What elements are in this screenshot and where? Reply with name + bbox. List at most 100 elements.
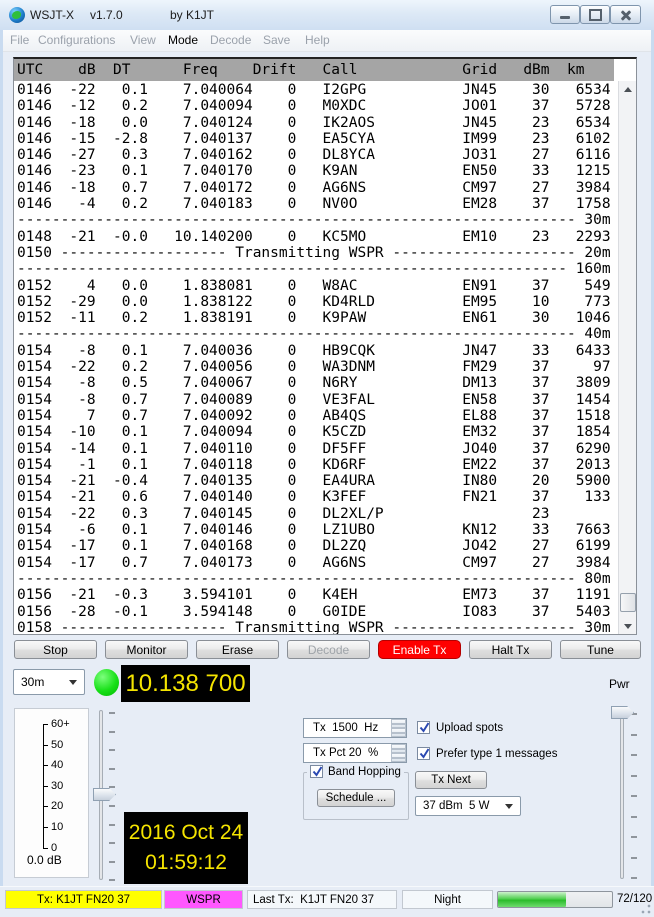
- window-title-author: by K1JT: [170, 8, 214, 22]
- clock-display: 2016 Oct 24 01:59:12: [124, 812, 248, 884]
- slider-tick: [631, 816, 637, 818]
- chevron-down-icon: [505, 804, 513, 809]
- tx-pct-spinbox[interactable]: Tx Pct 20 %: [303, 743, 407, 763]
- erase-button[interactable]: Erase: [196, 640, 279, 659]
- schedule-button[interactable]: Schedule ...: [317, 789, 395, 807]
- spin-up-icon: [392, 748, 405, 750]
- scrollbar-thumb[interactable]: [620, 593, 636, 612]
- upload-spots-label: Upload spots: [436, 722, 503, 734]
- slider-tick: [109, 805, 115, 807]
- band-hopping-checkbox[interactable]: [310, 765, 323, 778]
- close-button[interactable]: [610, 5, 641, 24]
- decode-row: 0154 -14 0.1 7.040110 0 DF5FF JO40 37 62…: [17, 441, 619, 457]
- decode-row: 0154 -21 0.6 7.040140 0 K3FEF FN21 37 13…: [17, 489, 619, 505]
- tx-freq-spin-up[interactable]: [391, 719, 406, 728]
- monitor-button[interactable]: Monitor: [105, 640, 188, 659]
- status-bar: Tx: K1JT FN20 37 WSPR Last Tx: K1JT FN20…: [0, 886, 654, 917]
- meter-tick: [43, 786, 48, 787]
- menu-mode[interactable]: Mode: [168, 33, 198, 47]
- slider-tick: [109, 712, 115, 714]
- meter-tick-label: 30: [51, 780, 63, 792]
- spin-down-icon: [392, 732, 405, 734]
- minimize-icon: [560, 16, 570, 19]
- menu-bar: File Configurations View Mode Decode Sav…: [3, 30, 651, 52]
- band-separator-row: ----------------------------------------…: [17, 326, 619, 342]
- tx-progress-fill: [498, 892, 566, 907]
- audio-gain-slider-thumb[interactable]: [93, 788, 116, 801]
- resize-grip[interactable]: [641, 904, 651, 914]
- tx-pct-value: Tx Pct 20 %: [313, 747, 378, 759]
- meter-tick-label: 40: [51, 759, 63, 771]
- prefer-type1-row: Prefer type 1 messages: [417, 747, 557, 760]
- scroll-up-button[interactable]: [619, 81, 636, 97]
- spin-up-icon: [392, 723, 405, 725]
- slider-tick: [631, 836, 637, 838]
- decode-row: 0146 -18 0.7 7.040172 0 AG6NS CM97 27 39…: [17, 180, 619, 196]
- menu-configurations[interactable]: Configurations: [38, 33, 115, 47]
- decode-row: 0146 -22 0.1 7.040064 0 I2GPG JN45 30 65…: [17, 82, 619, 98]
- tx-progress-bar: [497, 891, 613, 908]
- spin-down-icon: [392, 757, 405, 759]
- meter-tick-label: 20: [51, 800, 63, 812]
- decode-row: 0154 -21 -0.4 7.040135 0 EA4URA IN80 20 …: [17, 473, 619, 489]
- decode-row: 0156 -21 -0.3 3.594101 0 K4EH EM73 37 11…: [17, 587, 619, 603]
- stop-button[interactable]: Stop: [14, 640, 97, 659]
- decode-row: 0146 -23 0.1 7.040170 0 K9AN EN50 33 121…: [17, 163, 619, 179]
- decode-button[interactable]: Decode: [287, 640, 370, 659]
- slider-tick: [109, 879, 115, 881]
- tx-freq-spinbox[interactable]: Tx 1500 Hz: [303, 718, 407, 738]
- tx-pct-spin-up[interactable]: [391, 744, 406, 753]
- wsjtx-window: WSJT-X v1.7.0 by K1JT File Configuration…: [0, 0, 654, 917]
- rx-status-lamp: [94, 669, 119, 696]
- menu-help[interactable]: Help: [305, 33, 330, 47]
- signal-meter: 60+50403020100 0.0 dB: [14, 708, 89, 878]
- decode-row: 0154 -17 0.1 7.040168 0 DL2ZQ JO42 27 61…: [17, 538, 619, 554]
- scroll-down-button[interactable]: [619, 618, 636, 634]
- decode-row: 0154 -8 0.5 7.040067 0 N6RY DM13 37 3809: [17, 375, 619, 391]
- band-hopping-title: Band Hopping: [307, 765, 404, 778]
- prefer-type1-label: Prefer type 1 messages: [436, 748, 557, 760]
- power-select[interactable]: 37 dBm 5 W: [415, 796, 521, 816]
- minimize-button[interactable]: [550, 5, 580, 24]
- slider-tick: [109, 842, 115, 844]
- decode-row: 0154 7 0.7 7.040092 0 AB4QS EL88 37 1518: [17, 408, 619, 424]
- slider-tick: [631, 857, 637, 859]
- decode-row: 0156 -28 -0.1 3.594148 0 G0IDE IO83 37 5…: [17, 604, 619, 620]
- window-title-version: v1.7.0: [90, 8, 123, 22]
- tx-next-button[interactable]: Tx Next: [415, 771, 487, 789]
- slider-tick: [109, 749, 115, 751]
- decode-row: 0146 -15 -2.8 7.040137 0 EA5CYA IM99 23 …: [17, 131, 619, 147]
- slider-tick: [631, 734, 637, 736]
- menu-file[interactable]: File: [10, 33, 29, 47]
- slider-tick: [631, 877, 637, 879]
- slider-tick: [631, 754, 637, 756]
- frequency-display: 10.138 700: [121, 665, 250, 702]
- band-select[interactable]: 30m: [13, 669, 85, 695]
- upload-spots-checkbox[interactable]: [417, 721, 430, 734]
- slider-tick: [109, 786, 115, 788]
- tx-pct-spin-down[interactable]: [391, 753, 406, 762]
- table-scrollbar[interactable]: [618, 81, 636, 634]
- maximize-button[interactable]: [580, 5, 610, 24]
- decode-row: 0154 -6 0.1 7.040146 0 LZ1UBO KN12 33 76…: [17, 522, 619, 538]
- decode-row: 0146 -12 0.2 7.040094 0 M0XDC JO01 37 57…: [17, 98, 619, 114]
- pwr-label: Pwr: [609, 677, 630, 691]
- menu-view[interactable]: View: [130, 33, 156, 47]
- pwr-slider-thumb[interactable]: [611, 706, 634, 719]
- tune-button[interactable]: Tune: [560, 640, 641, 659]
- meter-tick-label: 0: [51, 842, 57, 854]
- halt-tx-button[interactable]: Halt Tx: [469, 640, 552, 659]
- band-select-value: 30m: [21, 675, 44, 689]
- menu-decode[interactable]: Decode: [210, 33, 251, 47]
- prefer-type1-checkbox[interactable]: [417, 747, 430, 760]
- decode-row: 0154 -22 0.2 7.040056 0 WA3DNM FM29 37 9…: [17, 359, 619, 375]
- slider-tick: [631, 775, 637, 777]
- enable-tx-button[interactable]: Enable Tx: [378, 640, 461, 659]
- meter-tick: [43, 848, 48, 849]
- power-select-value: 37 dBm 5 W: [423, 800, 489, 812]
- slider-tick: [109, 824, 115, 826]
- pwr-slider[interactable]: [620, 707, 624, 879]
- menu-save[interactable]: Save: [263, 33, 290, 47]
- meter-tick: [43, 724, 48, 725]
- tx-freq-spin-down[interactable]: [391, 728, 406, 737]
